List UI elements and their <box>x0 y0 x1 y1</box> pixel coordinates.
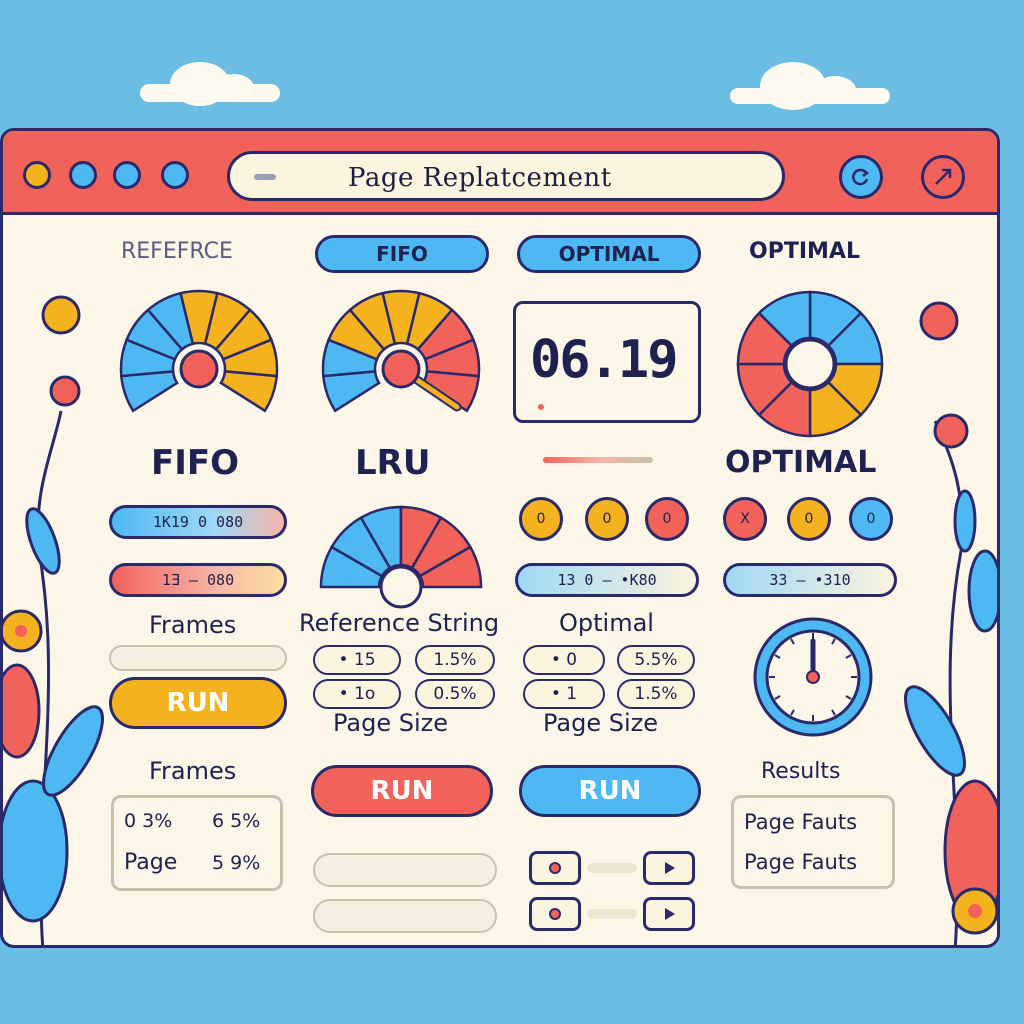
play-button[interactable] <box>643 897 695 931</box>
clock-center <box>806 670 820 684</box>
frames-label: Frames <box>149 757 237 785</box>
expand-icon <box>935 168 952 185</box>
page-faults-value: Page Fauts <box>744 850 858 874</box>
fifo-gauge <box>119 289 279 413</box>
reference-string-field[interactable]: 0.5% <box>415 679 495 709</box>
settings-button[interactable] <box>921 155 965 199</box>
playback-track <box>587 909 637 919</box>
bottom-slider[interactable] <box>313 853 497 887</box>
lru-small-gauge <box>319 505 483 609</box>
cloud-decoration <box>730 62 890 110</box>
gauge-segment <box>321 369 381 413</box>
frames-panel: 0 3% 6 5% Page 5 9% <box>111 795 283 891</box>
run-optimal-button[interactable]: RUN <box>519 765 701 817</box>
flower-decoration-right <box>904 301 997 945</box>
optimal-field[interactable]: 5.5% <box>617 645 695 675</box>
frame-circle[interactable]: X <box>723 497 767 541</box>
optimal-bar-1: 13 0 — •K80 <box>515 563 699 597</box>
page-title: Page Replatcement <box>348 163 612 193</box>
frame-circle[interactable]: 0 <box>585 497 629 541</box>
optimal-bar-2: 33 — •310 <box>723 563 897 597</box>
play-icon <box>665 862 675 874</box>
address-bar-indicator <box>254 174 276 180</box>
refresh-icon <box>852 168 870 186</box>
play-icon <box>665 908 675 920</box>
gauge-hub <box>379 565 423 609</box>
cloud-decoration <box>140 62 280 106</box>
window-dot-blue[interactable] <box>113 161 141 189</box>
page-size-label: Page Size <box>333 709 448 737</box>
flower-decoration-left <box>3 295 104 945</box>
optimal-heading: OPTIMAL <box>749 239 860 264</box>
lru-label: LRU <box>355 443 431 483</box>
gauge-segment <box>119 369 179 413</box>
fifo-bar-1: 1K19 0 080 <box>109 505 287 539</box>
reference-string-label: Reference String <box>299 609 500 637</box>
app-window: Page Replatcement REFEFRCE FIFO OPTIMAL … <box>0 128 1000 948</box>
fifo-bar-2: 1Ǝ — 080 <box>109 563 287 597</box>
tab-reference[interactable]: REFEFRCE <box>121 239 233 264</box>
bottom-slider[interactable] <box>313 899 497 933</box>
play-button[interactable] <box>643 851 695 885</box>
frames-value: 0 3% <box>124 810 173 832</box>
optimal-field[interactable]: • 1 <box>523 679 605 709</box>
reference-string-field[interactable]: • 15 <box>313 645 401 675</box>
reference-string-field[interactable]: 1.5% <box>415 645 495 675</box>
address-bar[interactable]: Page Replatcement <box>227 151 785 201</box>
frame-circle[interactable]: 0 <box>787 497 831 541</box>
refresh-button[interactable] <box>839 155 883 199</box>
optimal-label: OPTIMAL <box>725 445 877 480</box>
window-dot-blue[interactable] <box>161 161 189 189</box>
frames-value: 6 5% <box>212 810 261 832</box>
results-panel: Page Fauts Page Fauts <box>731 795 895 889</box>
fifo-label: FIFO <box>151 443 240 483</box>
window-dot-yellow[interactable] <box>23 161 51 189</box>
optimal-section-label: Optimal <box>559 609 654 637</box>
display-value: 06.19 <box>530 330 679 390</box>
record-button[interactable] <box>529 851 581 885</box>
page-size-label: Page Size <box>543 709 658 737</box>
tab-fifo[interactable]: FIFO <box>315 235 489 273</box>
frames-value: Page <box>124 850 178 875</box>
results-label: Results <box>761 759 841 784</box>
frames-slider[interactable] <box>109 645 287 671</box>
optimal-field[interactable]: • 0 <box>523 645 605 675</box>
progress-strip <box>543 457 653 463</box>
record-icon <box>549 862 561 874</box>
reference-string-field[interactable]: • 1o <box>313 679 401 709</box>
run-fifo-button[interactable]: RUN <box>109 677 287 729</box>
frame-circle[interactable]: 0 <box>645 497 689 541</box>
frame-circle[interactable]: 0 <box>849 497 893 541</box>
display-indicator <box>538 404 544 410</box>
title-bar: Page Replatcement <box>3 131 997 215</box>
optimal-donut-chart <box>736 290 884 438</box>
optimal-field[interactable]: 1.5% <box>617 679 695 709</box>
gauge-hub <box>381 349 421 389</box>
frames-value: 5 9% <box>212 852 261 874</box>
playback-track <box>587 863 637 873</box>
window-dot-blue[interactable] <box>69 161 97 189</box>
gauge-segment <box>219 369 279 413</box>
record-icon <box>549 908 561 920</box>
run-lru-button[interactable]: RUN <box>311 765 493 817</box>
donut-hole <box>784 338 836 390</box>
lru-gauge <box>321 289 481 413</box>
frame-circle[interactable]: 0 <box>519 497 563 541</box>
tab-optimal[interactable]: OPTIMAL <box>517 235 701 273</box>
gauge-hub <box>179 349 219 389</box>
record-button[interactable] <box>529 897 581 931</box>
value-display: 06.19 <box>513 301 701 423</box>
frames-label: Frames <box>149 611 237 639</box>
clock-icon <box>753 617 873 737</box>
page-faults-value: Page Fauts <box>744 810 858 834</box>
